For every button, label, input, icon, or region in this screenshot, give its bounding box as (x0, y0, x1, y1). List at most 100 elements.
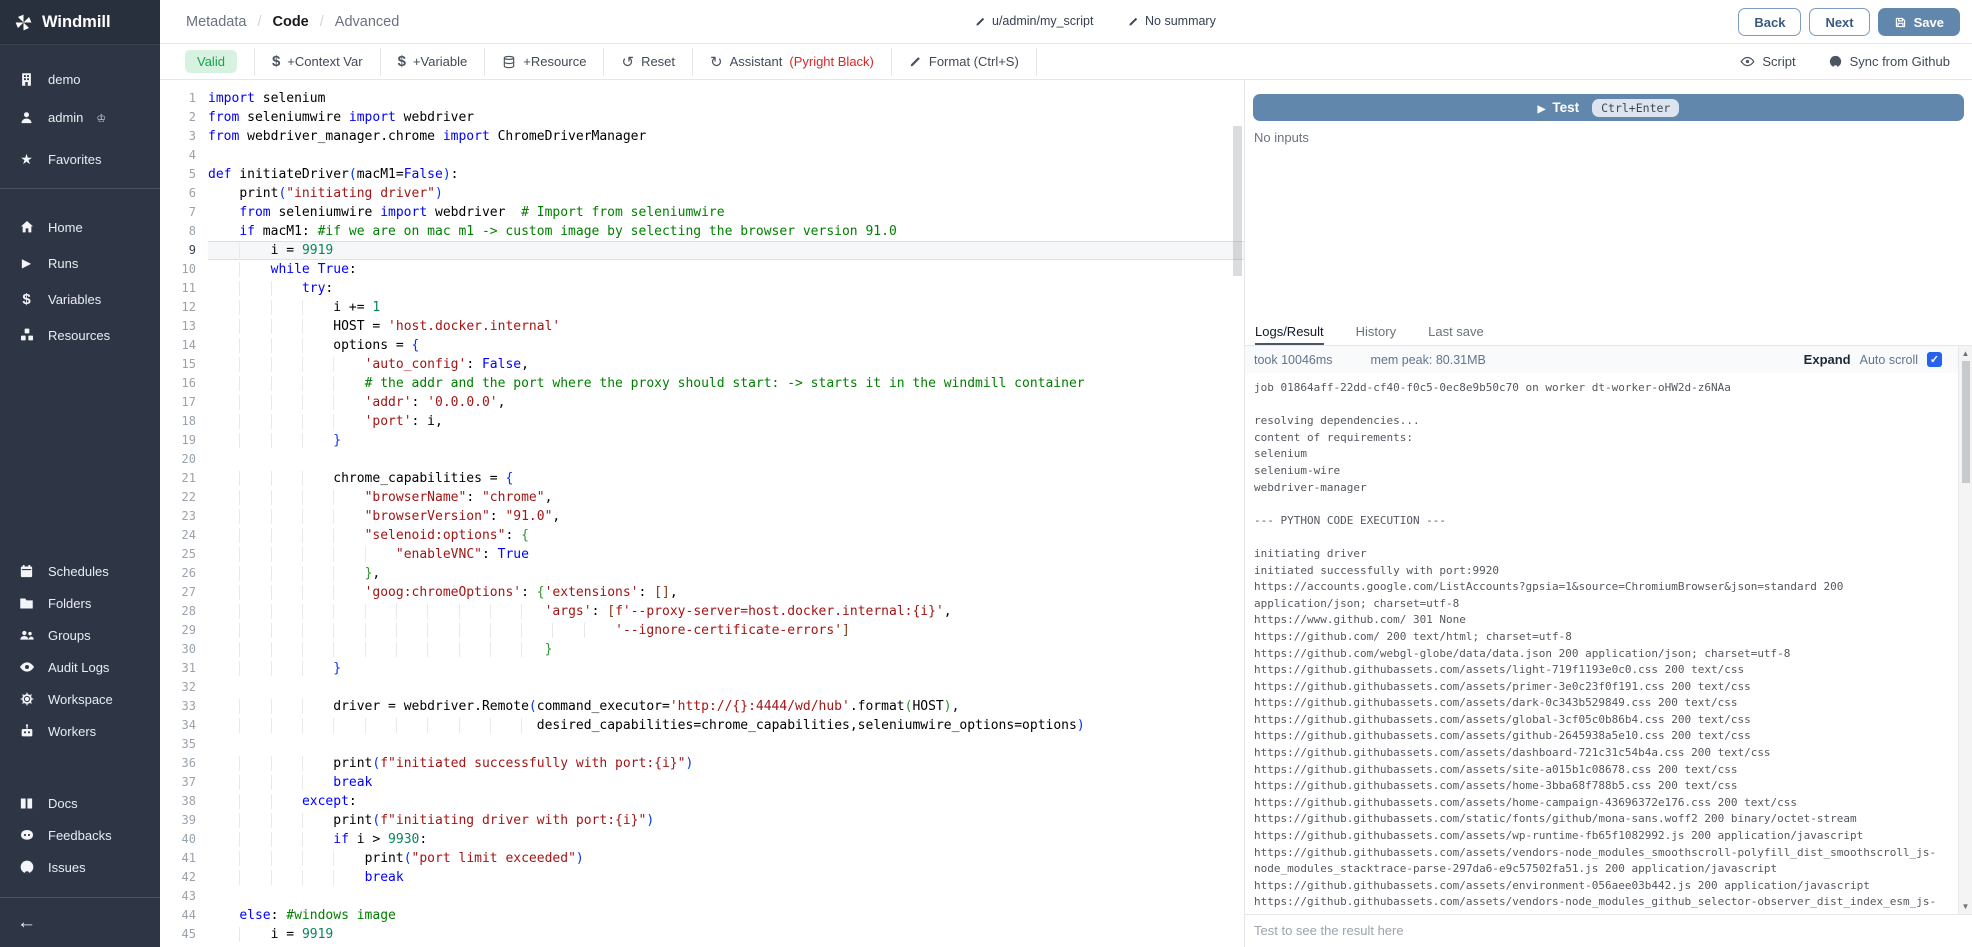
code-line[interactable]: 9 i = 9919 (160, 241, 1244, 260)
sidebar-item-folders[interactable]: Folders (0, 587, 160, 619)
log-scrollbar-thumb[interactable] (1962, 361, 1970, 483)
code-line[interactable]: 12 i += 1 (160, 298, 1244, 317)
summary-edit[interactable]: No summary (1128, 14, 1216, 28)
tab-separator (257, 14, 261, 30)
code-line[interactable]: 25 "enableVNC": True (160, 545, 1244, 564)
sidebar-item-variables[interactable]: Variables (0, 281, 160, 317)
expand-button[interactable]: Expand (1804, 352, 1851, 367)
code-line[interactable]: 44 else: #windows image (160, 906, 1244, 925)
code-line[interactable]: 6 print("initiating driver") (160, 184, 1244, 203)
code-line[interactable]: 15 'auto_config': False, (160, 355, 1244, 374)
tab-last-save[interactable]: Last save (1428, 318, 1484, 345)
sidebar-item-issues[interactable]: Issues (0, 851, 160, 883)
sidebar-item-resources[interactable]: Resources (0, 317, 160, 353)
code-line[interactable]: 31 } (160, 659, 1244, 678)
code-line[interactable]: 38 except: (160, 792, 1244, 811)
sidebar-item-workspace-settings[interactable]: Workspace (0, 683, 160, 715)
code-line[interactable]: 17 'addr': '0.0.0.0', (160, 393, 1244, 412)
scroll-down-icon[interactable] (1959, 900, 1972, 913)
add-resource-button[interactable]: +Resource (485, 48, 604, 76)
code-line[interactable]: 28 'args': [f'--proxy-server=host.docker… (160, 602, 1244, 621)
sidebar-item-runs[interactable]: Runs (0, 245, 160, 281)
code-line[interactable]: 22 "browserName": "chrome", (160, 488, 1244, 507)
code-line[interactable]: 21 chrome_capabilities = { (160, 469, 1244, 488)
collapse-sidebar-button[interactable] (0, 908, 160, 938)
code-line[interactable]: 2from seleniumwire import webdriver (160, 108, 1244, 127)
script-preview-button[interactable]: Script (1740, 54, 1795, 69)
scroll-up-icon[interactable] (1959, 347, 1972, 360)
tab-history[interactable]: History (1356, 318, 1396, 345)
sidebar-item-feedbacks[interactable]: Feedbacks (0, 819, 160, 851)
code-line[interactable]: 20 (160, 450, 1244, 469)
sidebar-item-schedules[interactable]: Schedules (0, 555, 160, 587)
save-button[interactable]: Save (1878, 8, 1960, 36)
code-line[interactable]: 27 'goog:chromeOptions': {'extensions': … (160, 583, 1244, 602)
book-icon (18, 796, 35, 811)
tab-advanced[interactable]: Advanced (335, 14, 400, 30)
add-context-var-button[interactable]: +Context Var (255, 48, 381, 76)
code-line[interactable]: 1import selenium (160, 89, 1244, 108)
code-line[interactable]: 10 while True: (160, 260, 1244, 279)
code-line[interactable]: 8 if macM1: #if we are on mac m1 -> cust… (160, 222, 1244, 241)
code-line[interactable]: 26 }, (160, 564, 1244, 583)
code-line[interactable]: 5def initiateDriver(macM1=False): (160, 165, 1244, 184)
tab-logs-result[interactable]: Logs/Result (1255, 318, 1324, 345)
code-line[interactable]: 42 break (160, 868, 1244, 887)
top-bar: Metadata Code Advanced u/admin/my_script… (160, 0, 1972, 44)
sidebar-item-docs[interactable]: Docs (0, 787, 160, 819)
logo-label: Windmill (42, 13, 111, 32)
code-line[interactable]: 34 desired_capabilities=chrome_capabilit… (160, 716, 1244, 735)
editor-scrollbar-thumb[interactable] (1233, 126, 1242, 276)
people-icon (18, 627, 35, 643)
code-line[interactable]: 18 'port': i, (160, 412, 1244, 431)
sidebar-item-workspace[interactable]: demo (0, 64, 160, 94)
sidebar-item-favorites[interactable]: Favorites (0, 144, 160, 174)
back-button[interactable]: Back (1738, 8, 1801, 36)
home-label: Home (48, 220, 83, 235)
add-variable-button[interactable]: +Variable (381, 48, 486, 76)
sidebar-item-workers[interactable]: Workers (0, 715, 160, 747)
code-line[interactable]: 3from webdriver_manager.chrome import Ch… (160, 127, 1244, 146)
next-button[interactable]: Next (1809, 8, 1869, 36)
reset-button[interactable]: Reset (604, 48, 693, 76)
code-line[interactable]: 24 "selenoid:options": { (160, 526, 1244, 545)
eye-icon (1740, 54, 1755, 69)
code-line[interactable]: 45 i = 9919 (160, 925, 1244, 944)
code-line[interactable]: 43 (160, 887, 1244, 906)
code-line[interactable]: 4 (160, 146, 1244, 165)
code-line[interactable]: 23 "browserVersion": "91.0", (160, 507, 1244, 526)
windmill-logo[interactable]: Windmill (0, 0, 160, 45)
code-line[interactable]: 40 if i > 9930: (160, 830, 1244, 849)
script-path-edit[interactable]: u/admin/my_script (975, 14, 1093, 28)
code-line[interactable]: 11 try: (160, 279, 1244, 298)
sync-from-github-button[interactable]: Sync from Github (1828, 54, 1950, 69)
code-line[interactable]: 19 } (160, 431, 1244, 450)
code-line[interactable]: 39 print(f"initiating driver with port:{… (160, 811, 1244, 830)
pen-icon (909, 55, 922, 68)
sidebar-item-groups[interactable]: Groups (0, 619, 160, 651)
format-button[interactable]: Format (Ctrl+S) (892, 48, 1037, 76)
line-number: 26 (160, 564, 196, 583)
tab-metadata[interactable]: Metadata (186, 14, 246, 30)
code-line[interactable]: 7 from seleniumwire import webdriver # I… (160, 203, 1244, 222)
code-line[interactable]: 13 HOST = 'host.docker.internal' (160, 317, 1244, 336)
sidebar-item-audit-logs[interactable]: Audit Logs (0, 651, 160, 683)
code-line[interactable]: 32 (160, 678, 1244, 697)
log-scrollbar[interactable] (1958, 346, 1972, 914)
sidebar-item-home[interactable]: Home (0, 209, 160, 245)
test-button[interactable]: Test Ctrl+Enter (1253, 94, 1964, 121)
code-line[interactable]: 33 driver = webdriver.Remote(command_exe… (160, 697, 1244, 716)
code-line[interactable]: 14 options = { (160, 336, 1244, 355)
code-editor[interactable]: 1import selenium2from seleniumwire impor… (160, 80, 1244, 947)
code-line[interactable]: 35 (160, 735, 1244, 754)
assistant-button[interactable]: Assistant (Pyright Black) (693, 48, 892, 76)
sidebar-item-user[interactable]: admin (0, 102, 160, 132)
code-line[interactable]: 41 print("port limit exceeded") (160, 849, 1244, 868)
code-line[interactable]: 29 '--ignore-certificate-errors'] (160, 621, 1244, 640)
code-line[interactable]: 16 # the addr and the port where the pro… (160, 374, 1244, 393)
code-line[interactable]: 30 } (160, 640, 1244, 659)
auto-scroll-checkbox[interactable] (1927, 352, 1942, 367)
code-line[interactable]: 36 print(f"initiated successfully with p… (160, 754, 1244, 773)
code-line[interactable]: 37 break (160, 773, 1244, 792)
tab-code[interactable]: Code (273, 14, 309, 30)
